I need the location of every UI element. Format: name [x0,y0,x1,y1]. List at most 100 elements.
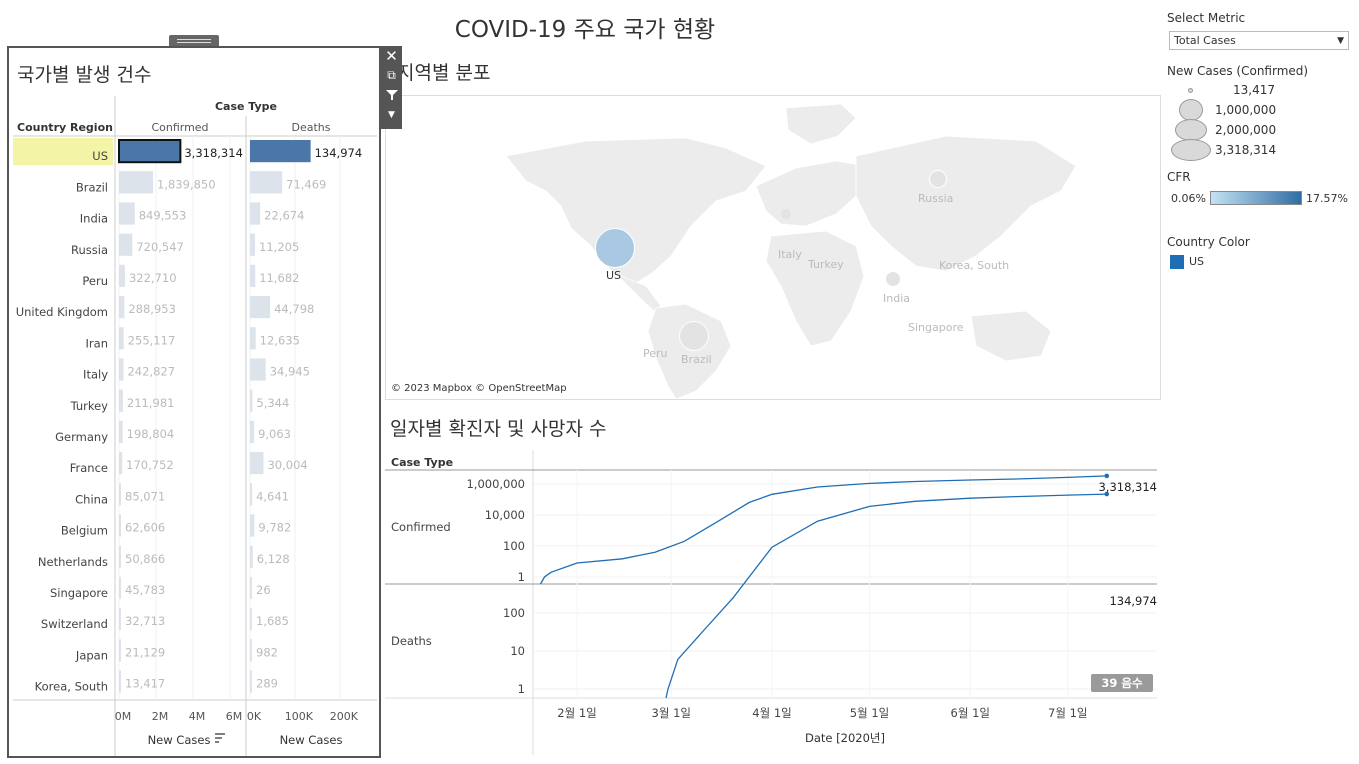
confirmed-bar[interactable] [119,452,123,475]
country-label[interactable]: China [75,492,108,506]
deaths-bar[interactable] [250,327,256,350]
deaths-bar[interactable] [250,576,252,599]
country-color-title: Country Color [1167,235,1250,249]
x-tick-label: 7월 1일 [1048,706,1087,720]
world-map-svg [505,103,1077,399]
confirmed-value-label: 13,417 [125,677,165,691]
world-map[interactable]: US Russia Italy Turkey Korea, South Indi… [385,95,1161,400]
confirmed-end-point[interactable] [1104,473,1110,479]
country-label[interactable]: France [70,461,108,475]
confirmed-bar[interactable] [119,202,135,225]
country-label[interactable]: United Kingdom [16,305,108,319]
deaths-bar[interactable] [250,171,283,194]
deaths-bar[interactable] [250,358,266,381]
sort-icon[interactable] [215,733,225,743]
deaths-end-point[interactable] [1104,491,1110,497]
confirmed-bar[interactable] [119,545,121,568]
more-options-icon[interactable]: ▼ [381,110,402,120]
country-label[interactable]: Peru [82,274,108,288]
country-label[interactable]: Korea, South [35,680,108,694]
deaths-bar[interactable] [250,420,255,443]
map-bubble-india[interactable] [886,272,900,286]
confirmed-bar[interactable] [119,420,123,443]
deaths-bar[interactable] [250,202,261,225]
country-label[interactable]: Germany [55,430,108,444]
confirmed-value-label: 45,783 [125,583,165,597]
x-tick-label: 4월 1일 [752,706,791,720]
confirmed-value-label: 32,713 [125,614,165,628]
deaths-bar[interactable] [250,670,252,693]
deaths-value-label: 134,974 [315,146,363,160]
confirmed-bar[interactable] [119,327,124,350]
map-bubble-russia[interactable] [929,170,947,188]
country-label[interactable]: Russia [71,243,108,257]
deaths-bar[interactable] [250,264,256,287]
confirmed-bar[interactable] [119,670,121,693]
x-tick-label: 6월 1일 [951,706,990,720]
confirmed-value-label: 720,547 [136,240,184,254]
size-legend-circle-icon [1171,139,1211,161]
confirmed-line[interactable] [539,475,1107,585]
axis-tick-label: 200K [330,710,359,723]
confirmed-bar[interactable] [119,233,133,256]
deaths-bar[interactable] [250,296,271,319]
country-label[interactable]: India [80,212,108,226]
daily-line-chart[interactable]: Case Type Confirmed Deaths 1,000,000 10,000 1… [385,450,1159,755]
country-label[interactable]: Netherlands [38,555,108,569]
deaths-bar[interactable] [250,483,253,506]
filter-icon[interactable] [381,89,402,105]
confirmed-bar[interactable] [119,639,121,662]
metric-dropdown[interactable]: Total Cases ▼ [1169,31,1349,50]
deaths-bar[interactable] [250,452,264,475]
confirmed-bar[interactable] [119,576,121,599]
deaths-value-label: 22,674 [264,209,304,223]
color-legend-us[interactable]: US [1189,255,1204,268]
deaths-bar[interactable] [250,608,252,631]
confirmed-bar[interactable] [118,139,182,164]
size-legend-circle-icon [1188,88,1193,93]
country-label[interactable]: Brazil [76,180,108,194]
deaths-line[interactable] [665,493,1107,699]
null-values-badge-label[interactable]: 39 음수 [1101,676,1143,690]
case-type-header: Case Type [215,100,277,113]
confirmed-value-label: 211,981 [127,396,175,410]
x-axis-title: Date [2020년] [805,731,885,745]
country-label[interactable]: Switzerland [41,617,108,631]
confirmed-bar[interactable] [119,389,123,412]
country-label[interactable]: Iran [86,336,108,350]
deaths-bar[interactable] [250,545,253,568]
country-label[interactable]: Turkey [70,399,109,413]
map-bubble-europe[interactable] [781,209,791,219]
chevron-down-icon[interactable]: ▼ [1337,36,1344,46]
confirmed-bar[interactable] [119,483,121,506]
country-label[interactable]: US [92,149,108,163]
deaths-bar[interactable] [250,514,255,537]
country-label[interactable]: Italy [83,368,108,382]
confirmed-bar[interactable] [119,358,124,381]
country-label[interactable]: Singapore [50,586,108,600]
color-swatch-us[interactable] [1170,255,1184,269]
country-label[interactable]: Belgium [61,524,108,538]
country-bar-chart[interactable]: Case Type Country Region Confirmed Deaths US… [9,48,379,756]
cfr-color-ramp [1210,191,1302,205]
deaths-bar[interactable] [250,140,311,163]
map-bubble-us[interactable] [595,228,635,268]
confirmed-value-label: 3,318,314 [184,146,243,160]
y-tick-label: 100 [503,606,525,620]
map-bubble-brazil[interactable] [679,321,709,351]
open-external-icon[interactable]: ⧉ [381,68,402,83]
confirmed-bar[interactable] [119,171,154,194]
map-attribution[interactable]: © 2023 Mapbox © OpenStreetMap [391,383,567,394]
map-greenland [785,103,857,145]
map-label-russia: Russia [918,192,954,205]
confirmed-bar[interactable] [119,514,121,537]
country-label[interactable]: Japan [75,648,108,662]
deaths-bar[interactable] [250,233,256,256]
confirmed-bar[interactable] [119,296,125,319]
deaths-bar[interactable] [250,389,253,412]
deaths-bar[interactable] [250,639,252,662]
close-icon[interactable]: ✕ [381,47,402,65]
map-north-america [505,137,767,287]
confirmed-bar[interactable] [119,264,125,287]
confirmed-bar[interactable] [119,608,121,631]
